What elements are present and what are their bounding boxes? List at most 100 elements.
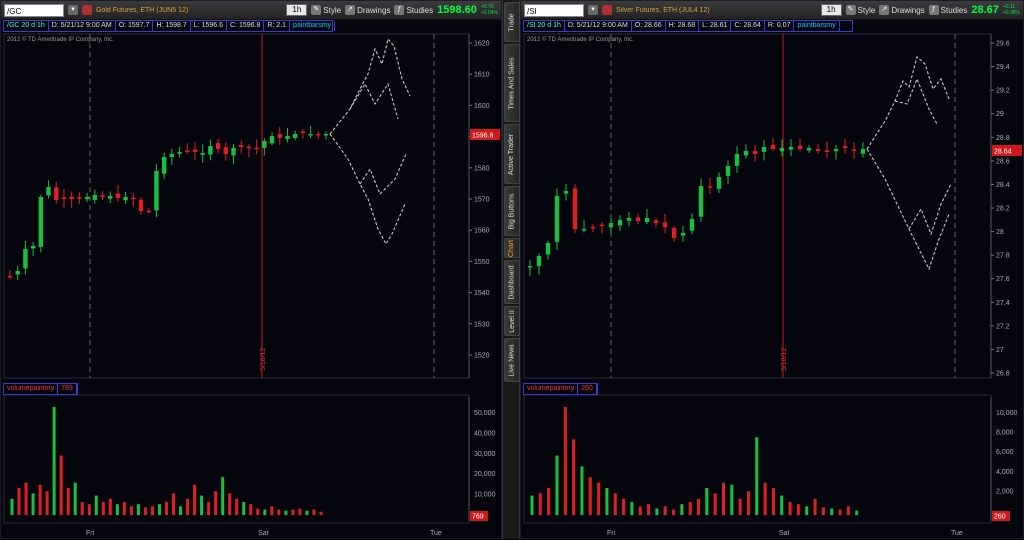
gold-info-bar: /GC 20 d 1h D: 5/21/12 9:00 AM O: 1597.7… xyxy=(3,20,336,32)
info-range: R: 0.07 xyxy=(765,21,795,31)
volume-tick-label: 50,000 xyxy=(474,410,496,417)
price-tick-label: 27.8 xyxy=(996,253,1010,260)
price-tick-label: 29.6 xyxy=(996,41,1010,48)
candle-body xyxy=(797,145,803,149)
time-label: Tue xyxy=(951,530,963,537)
volume-bar xyxy=(10,498,14,515)
symbol-input[interactable]: /GC xyxy=(4,3,64,17)
volume-bar xyxy=(235,498,239,515)
side-tab-big-buttons[interactable]: Big Buttons xyxy=(504,186,520,236)
side-tab-trade[interactable]: Trade xyxy=(504,2,520,42)
info-date: D: 5/21/12 9:00 AM xyxy=(565,21,632,31)
volume-bar xyxy=(838,509,842,515)
volume-tick-label: 40,000 xyxy=(474,430,496,437)
style-button[interactable]: ✎ Style xyxy=(845,5,875,15)
candle-body xyxy=(115,193,121,198)
volume-bar xyxy=(780,495,784,515)
side-tab-live-news[interactable]: Live News xyxy=(504,338,520,382)
candle-body xyxy=(46,187,51,196)
side-tab-level-ii[interactable]: Level II xyxy=(504,306,520,336)
price-pane-frame xyxy=(523,33,992,379)
volume-bar xyxy=(713,493,717,515)
volume-bar xyxy=(830,508,834,515)
candle-body xyxy=(788,147,794,150)
volume-study-name[interactable]: volumepaintmy xyxy=(4,384,59,394)
side-tab-chart[interactable]: Chart xyxy=(504,238,520,258)
drawings-button[interactable]: ↗ Drawings xyxy=(345,5,390,15)
change-box: +0.70 +0.04% xyxy=(480,4,498,16)
volume-study-name[interactable]: volumepaintmy xyxy=(524,384,579,394)
timeframe-button[interactable]: 1h xyxy=(820,4,842,16)
info-study[interactable]: paintbarsmy xyxy=(290,21,336,31)
candle-body xyxy=(146,210,151,213)
volume-bar xyxy=(186,498,190,515)
candle-body xyxy=(608,223,614,228)
gold-toolbar: /GC ▾ Gold Futures, ETH (JUN5 12) 1h ✎ St… xyxy=(1,1,501,20)
candle-body xyxy=(54,187,59,200)
candle-body xyxy=(599,224,605,227)
volume-bar xyxy=(291,509,295,515)
volume-bar xyxy=(721,482,725,515)
price-pane-frame xyxy=(3,33,470,379)
link-icon[interactable] xyxy=(602,5,612,15)
studies-button[interactable]: ƒ Studies xyxy=(394,5,433,15)
candle-body xyxy=(185,150,190,152)
side-tab-dashboard[interactable]: Dashboard xyxy=(504,260,520,304)
volume-tick-label: 10,000 xyxy=(474,492,496,499)
volume-bar xyxy=(547,488,551,515)
price-tick-label: 1580 xyxy=(474,165,490,172)
volume-bar xyxy=(755,437,759,515)
dropdown-icon[interactable]: ▾ xyxy=(68,5,78,15)
timeframe-button[interactable]: 1h xyxy=(286,4,308,16)
volume-bar xyxy=(157,504,161,515)
side-tab-active-trader[interactable]: Active Trader xyxy=(504,124,520,184)
volume-bar xyxy=(538,493,542,515)
price-tick-label: 28.6 xyxy=(996,158,1010,165)
volume-bar xyxy=(129,506,133,515)
volume-tick-label: 2,000 xyxy=(996,488,1014,495)
change-box: +0.11 +0.38% xyxy=(1002,4,1020,16)
candle-body xyxy=(300,131,306,133)
volume-bar xyxy=(108,498,112,515)
volume-study-value: 769 xyxy=(58,384,77,394)
candle-body xyxy=(231,148,236,156)
studies-button[interactable]: ƒ Studies xyxy=(928,5,967,15)
candle-body xyxy=(554,196,560,242)
gold-chart-plot[interactable]: 1620161016001590158015701560155015401530… xyxy=(1,1,503,540)
candle-body xyxy=(316,133,321,136)
volume-tick-label: 30,000 xyxy=(474,451,496,458)
silver-chart-plot[interactable]: 29.6 29.4 29.2 29 28.8 28.6 28.4 28.2 28 27.8 27.6… xyxy=(521,1,1024,540)
volume-bar xyxy=(73,482,77,515)
silver-chart-window: 29.6 29.4 29.2 29 28.8 28.6 28.4 28.2 28 27.8 27.6… xyxy=(520,0,1024,539)
volume-bar xyxy=(38,484,42,515)
volume-bar xyxy=(771,488,775,515)
info-study[interactable]: paintbarsmy xyxy=(794,21,840,31)
candle-body xyxy=(292,134,298,138)
volume-bar xyxy=(122,502,126,515)
candle-body xyxy=(779,148,785,152)
candle-body xyxy=(716,177,722,189)
candle-body xyxy=(536,256,542,267)
link-icon[interactable] xyxy=(82,5,92,15)
candle-body xyxy=(285,136,290,139)
symbol-input[interactable]: /SI xyxy=(524,3,584,17)
volume-bar xyxy=(284,510,288,515)
side-tab-times-and-sales[interactable]: Times And Sales xyxy=(504,44,520,122)
volume-bar xyxy=(763,482,767,515)
price-tick-label: 1620 xyxy=(474,41,490,48)
candle-body xyxy=(761,147,767,152)
volume-bar xyxy=(94,495,98,515)
studies-icon: ƒ xyxy=(394,5,405,15)
price-tick-label: 27.6 xyxy=(996,276,1010,283)
info-range: R: 2.1 xyxy=(264,21,291,31)
style-button[interactable]: ✎ Style xyxy=(311,5,341,15)
volume-bar xyxy=(24,482,28,515)
volume-label: 260 xyxy=(994,514,1006,521)
candle-body xyxy=(743,151,749,156)
candle-body xyxy=(208,146,213,155)
dropdown-icon[interactable]: ▾ xyxy=(588,5,598,15)
candle-body xyxy=(138,199,144,211)
candle-body xyxy=(277,133,282,138)
candle-body xyxy=(725,166,731,176)
drawings-button[interactable]: ↗ Drawings xyxy=(879,5,925,15)
